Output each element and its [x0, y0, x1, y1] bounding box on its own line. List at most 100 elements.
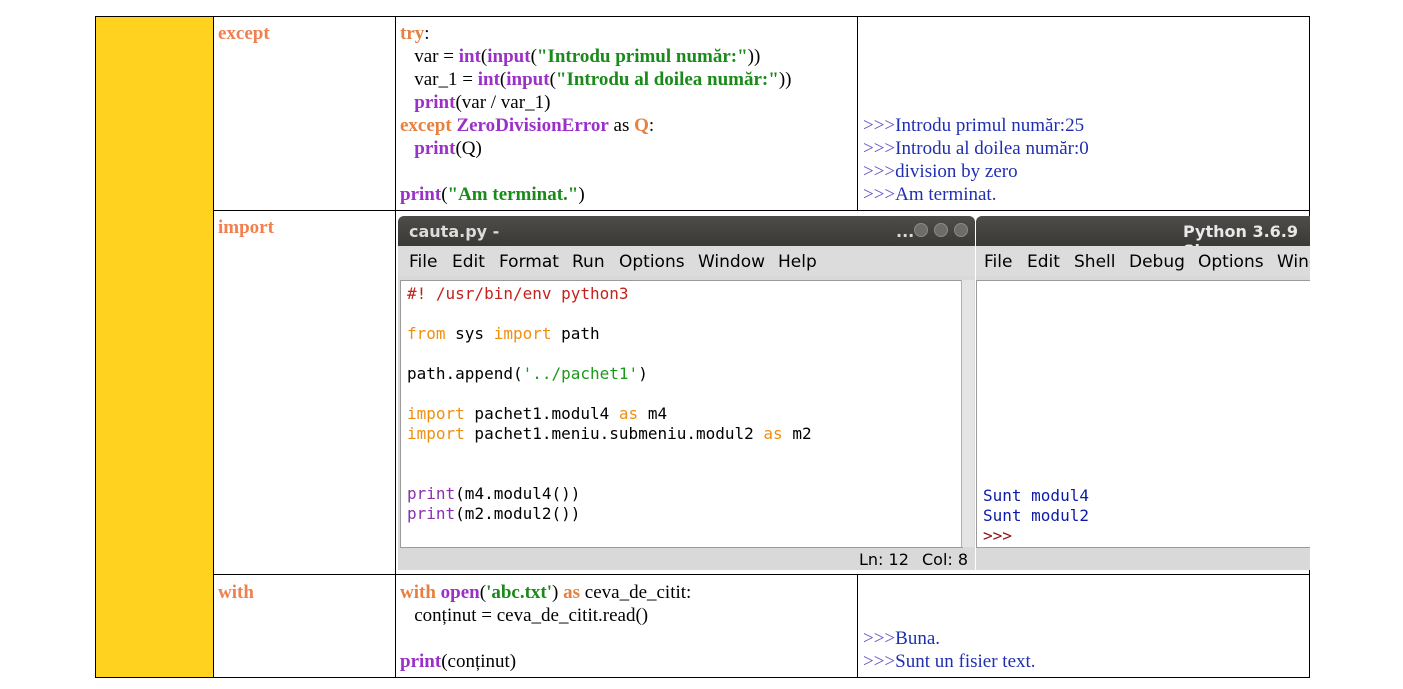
output-block-with: >>>Buna. >>>Sunt un fisier text. — [863, 627, 1036, 673]
editor-menu-run[interactable]: Run — [572, 252, 605, 272]
code-token: Q — [634, 115, 649, 136]
code-token: )) — [778, 69, 792, 90]
editor-status-col: Col: 8 — [922, 550, 969, 569]
keyword-import: import — [218, 217, 274, 238]
code-token: import — [407, 404, 465, 423]
code-token: path.append( — [407, 364, 523, 383]
shell-output-line-2: Sunt modul2 — [983, 506, 1089, 525]
code-token: (m4.modul4()) — [455, 484, 581, 503]
output-text: Am terminat. — [895, 184, 997, 205]
editor-menu-help[interactable]: Help — [778, 252, 817, 272]
editor-menu-options[interactable]: Options — [619, 252, 685, 272]
editor-title-suffix: ... — [896, 222, 915, 241]
output-text: division by zero — [895, 161, 1018, 182]
editor-menu-window[interactable]: Window — [698, 252, 765, 272]
shell-menu-options[interactable]: Options — [1198, 252, 1264, 272]
code-token: int — [458, 46, 481, 67]
column-divider-1 — [213, 16, 214, 678]
shell-menu-debug[interactable]: Debug — [1129, 252, 1185, 272]
code-token: "Introdu al doilea număr:" — [555, 69, 779, 90]
code-token: print — [400, 184, 442, 205]
keyword-with: with — [218, 582, 254, 603]
close-icon[interactable] — [954, 223, 968, 237]
code-line: print(conținut) — [400, 650, 691, 673]
shell-titlebar[interactable]: Python 3.6.9 Sh — [976, 216, 1310, 260]
output-prompt: >>> — [863, 115, 896, 136]
editor-code-line: #! /usr/bin/env python3 — [407, 284, 812, 304]
editor-code: #! /usr/bin/env python3 from sys import p… — [407, 284, 812, 524]
editor-code-line — [407, 444, 812, 464]
output-prompt: >>> — [863, 628, 896, 649]
code-token: as — [763, 424, 783, 443]
code-token: from — [407, 324, 446, 343]
code-token: path — [551, 324, 600, 343]
code-token: "Am terminat." — [447, 184, 579, 205]
editor-titlebar[interactable]: cauta.py - ... — [398, 216, 975, 246]
code-line: conținut = ceva_de_citit.read() — [400, 604, 691, 627]
shell-text-area[interactable]: Sunt modul4 Sunt modul2 >>> — [976, 280, 1310, 548]
code-token: var_1 = — [400, 69, 478, 90]
shell-output-line-1: Sunt modul4 — [983, 486, 1089, 505]
maximize-icon[interactable] — [934, 223, 948, 237]
table-border-bottom — [95, 677, 1310, 678]
code-token: pachet1.meniu.submeniu.modul2 — [464, 424, 764, 443]
code-line: var = int(input("Introdu primul număr:")… — [400, 45, 791, 68]
output-prompt: >>> — [863, 138, 896, 159]
code-token: print — [407, 484, 456, 503]
output-text: Sunt un fisier text. — [895, 651, 1036, 672]
row-divider-2 — [213, 574, 1310, 575]
code-line: print(Q) — [400, 137, 791, 160]
editor-menubar: File Edit Format Run Options Window Help — [398, 246, 975, 276]
idle-editor-window[interactable]: cauta.py - ... File Edit Format Run Opti… — [398, 216, 975, 570]
code-token: open — [440, 582, 480, 603]
column-divider-2 — [395, 16, 396, 678]
row-divider-1 — [213, 210, 1310, 211]
output-line: >>>Introdu primul număr:25 — [863, 114, 1089, 137]
code-token: as — [608, 115, 635, 136]
editor-code-line — [407, 344, 812, 364]
shell-menubar: File Edit Shell Debug Options Wind — [976, 246, 1310, 276]
idle-shell-window[interactable]: Python 3.6.9 Sh File Edit Shell Debug Op… — [976, 216, 1310, 570]
code-token: int — [477, 69, 500, 90]
code-token: : — [648, 115, 655, 136]
code-line: var_1 = int(input("Introdu al doilea num… — [400, 68, 791, 91]
code-token: m2 — [782, 424, 812, 443]
shell-menu-file[interactable]: File — [984, 252, 1012, 272]
code-token: sys — [445, 324, 494, 343]
shell-menu-edit[interactable]: Edit — [1027, 252, 1060, 272]
code-token: as — [618, 404, 639, 423]
editor-menu-file[interactable]: File — [409, 252, 437, 272]
code-token: : — [424, 23, 430, 44]
editor-scrollbar[interactable] — [961, 280, 974, 547]
code-token: print — [407, 504, 456, 523]
code-token: 'abc.txt' — [486, 582, 553, 603]
output-prompt: >>> — [863, 651, 896, 672]
code-token: (var / var_1) — [455, 92, 551, 113]
output-prompt: >>> — [863, 161, 896, 182]
shell-menu-window[interactable]: Wind — [1277, 252, 1310, 272]
editor-code-line — [407, 384, 812, 404]
editor-code-line: import pachet1.meniu.submeniu.modul2 as … — [407, 424, 812, 444]
code-token: print — [414, 92, 456, 113]
code-token: ) — [578, 184, 585, 205]
code-token: var = — [400, 46, 459, 67]
editor-code-line: import pachet1.modul4 as m4 — [407, 404, 812, 424]
document-page: except import with try: var = int(input(… — [0, 0, 1403, 689]
editor-text-area[interactable]: #! /usr/bin/env python3 from sys import p… — [400, 280, 963, 548]
editor-menu-format[interactable]: Format — [499, 252, 559, 272]
code-token: "Introdu primul număr:" — [536, 46, 748, 67]
code-line: print("Am terminat.") — [400, 183, 791, 206]
code-token: input — [506, 69, 550, 90]
editor-status-ln: Ln: 12 — [859, 550, 909, 569]
shell-menu-shell[interactable]: Shell — [1074, 252, 1115, 272]
editor-menu-edit[interactable]: Edit — [452, 252, 485, 272]
output-line: >>>division by zero — [863, 160, 1089, 183]
output-line: >>>Buna. — [863, 627, 1036, 650]
table-border-left — [95, 16, 96, 678]
editor-code-line — [407, 464, 812, 484]
minimize-icon[interactable] — [914, 223, 928, 237]
code-token: print — [400, 651, 442, 672]
code-token: conținut = ceva_de_citit.read() — [400, 605, 649, 626]
